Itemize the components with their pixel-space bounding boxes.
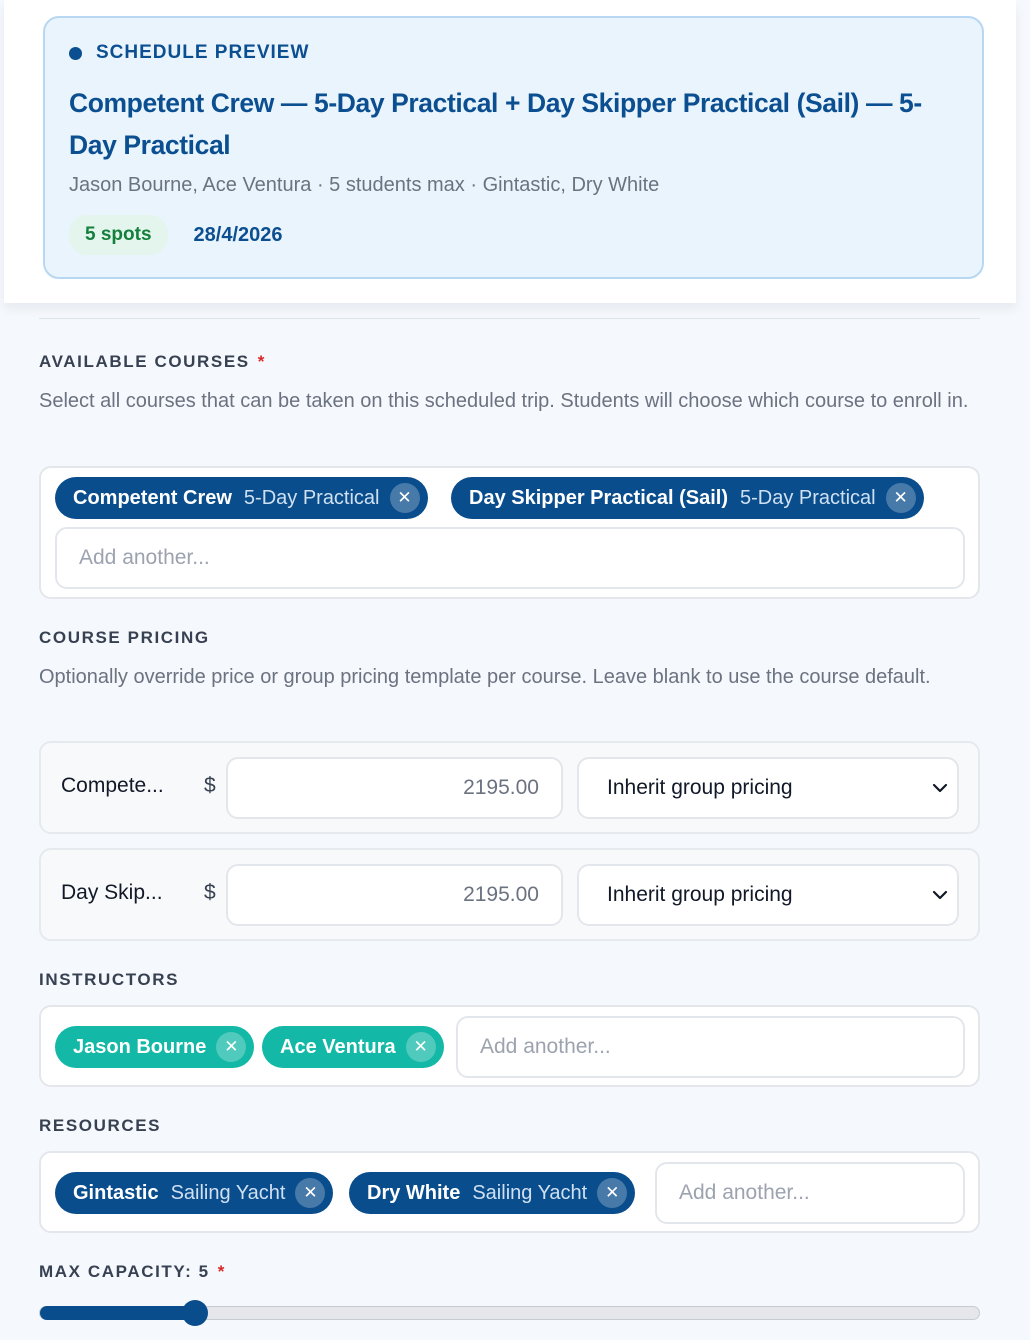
course-chip-name: Day Skipper Practical (Sail) (469, 486, 729, 509)
instructors-multiselect: Jason Bourne ✕ Ace Ventura ✕ Add another… (39, 1005, 980, 1087)
instructor-chip: Jason Bourne ✕ (55, 1026, 255, 1068)
remove-instructor-icon[interactable]: ✕ (405, 1032, 436, 1062)
instructor-chip-name: Jason Bourne (73, 1035, 207, 1058)
instructor-chip: Ace Ventura ✕ (262, 1026, 444, 1068)
remove-course-icon[interactable]: ✕ (885, 483, 916, 513)
capacity-slider-handle[interactable] (182, 1300, 209, 1326)
add-course-input[interactable]: Add another... (55, 527, 965, 589)
group-pricing-value: Inherit group pricing (607, 776, 793, 799)
preview-eyebrow: SCHEDULE PREVIEW (69, 42, 958, 64)
capacity-slider-fill (40, 1306, 197, 1320)
chevron-down-icon (932, 890, 948, 900)
course-price-name: Day Skip... (61, 881, 163, 904)
course-price-row: Day Skip... $ 2195.00 Inherit group pric… (39, 848, 980, 941)
course-chip-type: 5-Day Practical (740, 486, 876, 509)
preview-date: 28/4/2026 (193, 223, 283, 246)
courses-multiselect: Competent Crew 5-Day Practical ✕ Day Ski… (39, 466, 980, 599)
preview-title: Competent Crew — 5-Day Practical + Day S… (69, 88, 922, 160)
resource-chip-name: Gintastic (73, 1181, 159, 1204)
resource-chip: Gintastic Sailing Yacht ✕ (55, 1172, 334, 1214)
resource-chip-type: Sailing Yacht (170, 1181, 286, 1204)
available-courses-help: Select all courses that can be taken on … (39, 390, 969, 412)
section-divider (39, 318, 980, 319)
capacity-slider-track[interactable] (39, 1306, 980, 1320)
group-pricing-select[interactable]: Inherit group pricing (577, 864, 959, 926)
preview-meta: Jason Bourne, Ace Ventura · 5 students m… (69, 174, 660, 196)
resource-chip-type: Sailing Yacht (472, 1181, 588, 1204)
course-chip-name: Competent Crew (73, 486, 232, 509)
required-marker: * (257, 352, 266, 371)
currency-symbol: $ (204, 881, 216, 904)
preview-eyebrow-label: SCHEDULE PREVIEW (96, 42, 310, 63)
group-pricing-select[interactable]: Inherit group pricing (577, 757, 959, 819)
max-capacity-label: MAX CAPACITY: 5 * (39, 1262, 226, 1282)
resource-chip: Dry White Sailing Yacht ✕ (349, 1172, 636, 1214)
price-override-input[interactable]: 2195.00 (226, 757, 563, 819)
resource-chip-name: Dry White (367, 1181, 461, 1204)
resources-multiselect: Gintastic Sailing Yacht ✕ Dry White Sail… (39, 1151, 980, 1233)
remove-resource-icon[interactable]: ✕ (295, 1178, 326, 1208)
course-chip-type: 5-Day Practical (243, 486, 380, 509)
schedule-preview-panel: SCHEDULE PREVIEW Competent Crew — 5-Day … (4, 0, 1016, 303)
course-pricing-label: COURSE PRICING (39, 628, 210, 647)
group-pricing-value: Inherit group pricing (607, 883, 793, 906)
available-courses-label-text: AVAILABLE COURSES (39, 352, 250, 371)
resources-label: RESOURCES (39, 1116, 162, 1135)
required-marker: * (217, 1262, 226, 1281)
course-price-row: Compete... $ 2195.00 Inherit group prici… (39, 741, 980, 834)
add-instructor-input[interactable]: Add another... (456, 1016, 965, 1078)
add-resource-input[interactable]: Add another... (655, 1162, 965, 1224)
spots-badge: 5 spots (69, 215, 168, 255)
schedule-preview-card: SCHEDULE PREVIEW Competent Crew — 5-Day … (43, 16, 984, 279)
currency-symbol: $ (204, 774, 216, 797)
remove-instructor-icon[interactable]: ✕ (216, 1032, 247, 1062)
max-capacity-label-text: MAX CAPACITY: 5 (39, 1262, 210, 1281)
available-courses-label: AVAILABLE COURSES * (39, 352, 266, 372)
instructors-label: INSTRUCTORS (39, 970, 180, 989)
course-pricing-help: Optionally override price or group prici… (39, 666, 931, 688)
course-price-name: Compete... (61, 774, 164, 797)
course-chip: Competent Crew 5-Day Practical ✕ (55, 477, 428, 519)
preview-badges: 5 spots 28/4/2026 (69, 215, 958, 255)
chevron-down-icon (932, 783, 948, 793)
status-dot-icon (69, 46, 82, 60)
price-override-input[interactable]: 2195.00 (226, 864, 563, 926)
instructor-chip-name: Ace Ventura (280, 1035, 396, 1058)
remove-course-icon[interactable]: ✕ (389, 483, 420, 513)
remove-resource-icon[interactable]: ✕ (597, 1178, 628, 1208)
course-chip: Day Skipper Practical (Sail) 5-Day Pract… (451, 477, 924, 519)
